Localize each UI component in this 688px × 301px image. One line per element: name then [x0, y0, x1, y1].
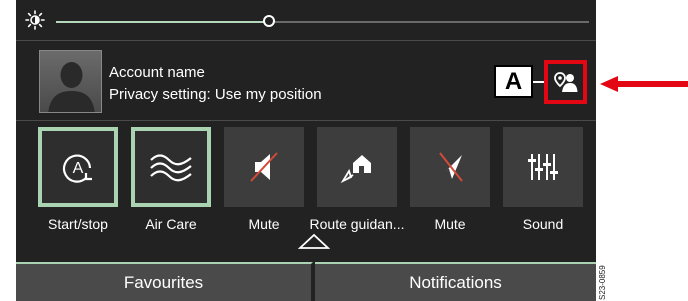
sound-button[interactable] — [503, 127, 583, 207]
privacy-location-icon — [553, 72, 577, 92]
mute-navigation-button[interactable] — [410, 127, 490, 207]
tile-mute-navigation[interactable]: Mute — [410, 127, 490, 237]
brightness-slider-thumb[interactable] — [263, 15, 275, 27]
quick-settings-panel: Account name Privacy setting: Use my pos… — [16, 0, 596, 301]
figure-code: S23-0859 — [598, 265, 607, 300]
account-name: Account name — [109, 64, 205, 81]
tile-air-care[interactable]: Air Care — [131, 127, 211, 237]
brightness-track-fill — [56, 21, 269, 23]
brightness-slider-row — [16, 0, 596, 40]
tile-label: Mute — [248, 216, 280, 232]
callout-label: A — [494, 65, 533, 98]
mute-audio-button[interactable] — [224, 127, 304, 207]
privacy-setting-text: Privacy setting: Use my position — [109, 86, 322, 103]
mute-speaker-icon — [250, 152, 278, 182]
tile-label: Route guidan... — [309, 216, 405, 232]
start-stop-button[interactable]: A — [38, 127, 118, 207]
air-care-icon — [150, 154, 192, 182]
tab-notifications[interactable]: Notifications — [315, 262, 596, 301]
route-guidance-button[interactable] — [317, 127, 397, 207]
expand-up-arrow-icon[interactable] — [298, 233, 330, 249]
svg-text:A: A — [73, 160, 84, 177]
tile-label: Start/stop — [48, 216, 108, 232]
tile-sound[interactable]: Sound — [503, 127, 583, 237]
tile-route-guidance[interactable]: Route guidan... — [310, 127, 404, 237]
mute-navigation-icon — [437, 152, 463, 182]
auto-start-stop-icon: A — [62, 154, 92, 183]
tile-start-stop[interactable]: A Start/stop — [38, 127, 118, 237]
user-silhouette-icon — [48, 62, 95, 112]
tile-label: Sound — [522, 216, 564, 232]
tab-favourites[interactable]: Favourites — [16, 262, 313, 301]
tile-mute-audio[interactable]: Mute — [224, 127, 304, 237]
quick-action-tiles: A Start/stop Air Care Mute Route guidan.… — [38, 127, 596, 237]
brightness-track[interactable] — [56, 21, 589, 23]
callout-pointer-arrow-icon — [600, 76, 688, 92]
brightness-sun-icon — [25, 10, 45, 30]
sound-equalizer-icon — [528, 154, 558, 180]
tile-label: Air Care — [145, 216, 197, 232]
divider — [16, 40, 596, 41]
privacy-settings-button[interactable] — [544, 60, 587, 104]
tile-label: Mute — [434, 216, 466, 232]
avatar[interactable] — [39, 50, 102, 113]
divider — [16, 120, 596, 121]
air-care-button[interactable] — [131, 127, 211, 207]
route-guidance-home-icon — [340, 155, 371, 184]
